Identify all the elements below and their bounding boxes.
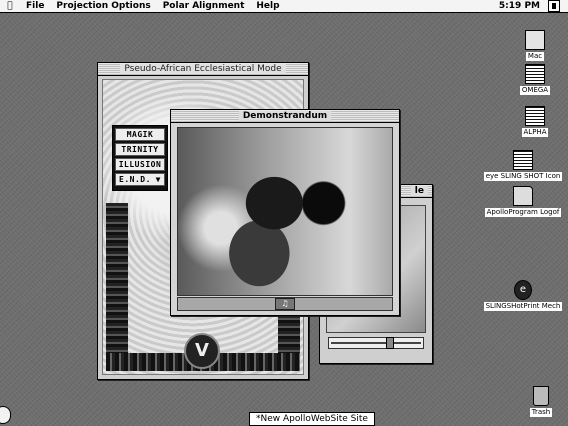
menu-bar:  File Projection Options Polar Alignmen… bbox=[0, 0, 568, 13]
video-frame[interactable] bbox=[177, 127, 393, 296]
application-menu-icon[interactable] bbox=[548, 0, 560, 12]
desktop-icon-label: OMEGA bbox=[519, 86, 551, 95]
mode-option-magik[interactable]: MAGIK bbox=[115, 128, 165, 141]
desktop-icon-omega[interactable]: OMEGA bbox=[490, 64, 568, 98]
desktop-icon-slingshot-print[interactable]: e SLINGSHotPrint Mech bbox=[478, 280, 568, 314]
desktop-icon-alpha[interactable]: ALPHA bbox=[490, 106, 568, 140]
menu-projection-options[interactable]: Projection Options bbox=[50, 1, 156, 11]
movie-controller: ♫ bbox=[177, 297, 393, 311]
mode-option-trinity[interactable]: TRINITY bbox=[115, 143, 165, 156]
v-emblem-button[interactable]: V bbox=[184, 333, 220, 369]
stack-document-icon bbox=[525, 64, 545, 84]
demonstrandum-titlebar[interactable]: Demonstrandum bbox=[171, 110, 399, 123]
pseudo-african-title: Pseudo-African Ecclesiastical Mode bbox=[120, 64, 286, 74]
mode-option-illusion[interactable]: ILLUSION bbox=[115, 158, 165, 171]
desktop-icon-label: Mac bbox=[525, 52, 545, 61]
desktop-icon-eye-sling-shot[interactable]: eye SLING SHOT Icon bbox=[478, 150, 568, 184]
mode-selector-panel: MAGIK TRINITY ILLUSION E.N.D. ▼ bbox=[112, 125, 168, 191]
mode-dropdown-value: E.N.D. bbox=[119, 175, 151, 184]
desktop-icon-label: ALPHA bbox=[521, 128, 549, 137]
menu-help[interactable]: Help bbox=[250, 1, 285, 11]
desktop-icon-label: Trash bbox=[529, 408, 553, 417]
demonstrandum-title: Demonstrandum bbox=[238, 111, 332, 121]
desktop-icon-label: ApolloProgram Logof bbox=[484, 208, 562, 217]
collapsed-window-tab[interactable]: *New ApolloWebSite Site bbox=[249, 412, 375, 426]
desktop-icon-mac[interactable]: Mac bbox=[490, 30, 568, 64]
volume-icon[interactable]: ♫ bbox=[275, 298, 295, 310]
menu-file[interactable]: File bbox=[20, 1, 50, 11]
pseudo-african-titlebar[interactable]: Pseudo-African Ecclesiastical Mode bbox=[98, 63, 308, 76]
stack-document-icon bbox=[513, 150, 533, 170]
slider-thumb[interactable] bbox=[386, 337, 395, 349]
desktop-icon-label: eye SLING SHOT Icon bbox=[483, 172, 563, 181]
slider-track bbox=[331, 342, 421, 344]
stack-document-icon bbox=[525, 106, 545, 126]
ornament-left bbox=[106, 203, 128, 363]
position-slider[interactable] bbox=[328, 337, 424, 349]
desktop-icon-apollo-program[interactable]: ApolloProgram Logof bbox=[478, 186, 568, 220]
folder-icon bbox=[513, 186, 533, 206]
mode-dropdown[interactable]: E.N.D. ▼ bbox=[115, 173, 165, 186]
chevron-down-icon: ▼ bbox=[155, 175, 161, 184]
desktop-icon-label: SLINGSHotPrint Mech bbox=[483, 302, 563, 311]
hard-disk-icon bbox=[525, 30, 545, 50]
apple-icon[interactable]:  bbox=[0, 1, 20, 11]
demonstrandum-window: Demonstrandum ♫ bbox=[170, 109, 400, 316]
control-strip-tab[interactable] bbox=[0, 406, 11, 424]
pot-icon: e bbox=[514, 280, 532, 300]
background-window-title: le bbox=[410, 186, 428, 196]
menubar-clock[interactable]: 5:19 PM bbox=[491, 1, 548, 11]
desktop-icon-trash[interactable]: Trash bbox=[496, 386, 568, 420]
menu-polar-alignment[interactable]: Polar Alignment bbox=[157, 1, 251, 11]
trash-icon bbox=[533, 386, 549, 406]
